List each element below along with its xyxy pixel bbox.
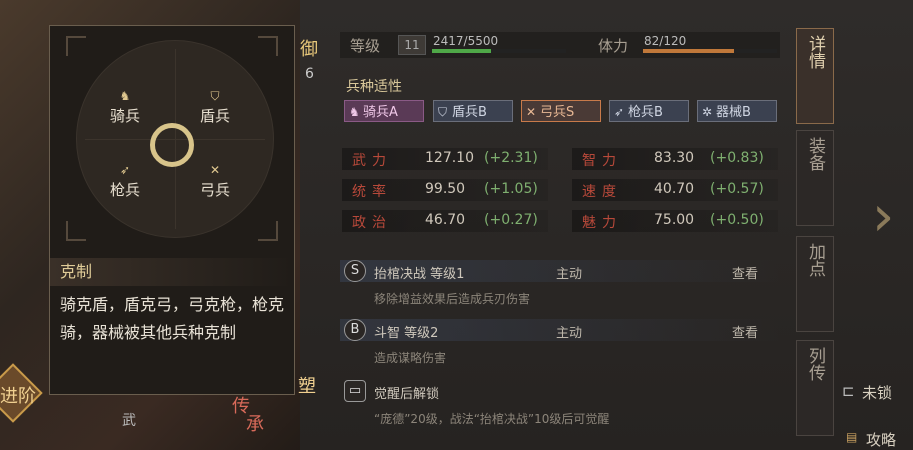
tab-details-label: 详情 (805, 35, 825, 69)
aptitude-spear[interactable]: ➶ 枪兵B (609, 100, 689, 122)
attr-name-politics: 政治 (352, 215, 392, 231)
skill-view-button-2[interactable]: 查看 (732, 322, 758, 341)
defense-label: 御 (300, 39, 318, 60)
unit-spear-label: 枪兵 (109, 181, 140, 199)
horse-icon: ♞ (349, 105, 360, 119)
level-value: 11 (398, 35, 426, 55)
attr-bonus-charm: (+0.50) (710, 212, 764, 228)
guide-button[interactable]: 攻略 (866, 429, 896, 450)
advance-button[interactable]: 进阶 (0, 382, 36, 408)
attr-value-charm: 75.00 (654, 212, 695, 228)
attr-value-force: 127.10 (425, 150, 474, 166)
lock-status-text[interactable]: 未锁 (862, 382, 892, 403)
shield-icon: ⛉ (438, 105, 448, 119)
aptitude-machine[interactable]: ✲ 器械B (697, 100, 777, 122)
attr-bonus-speed: (+0.57) (710, 181, 764, 197)
aptitude-title: 兵种适性 (346, 79, 402, 95)
aptitude-bow[interactable]: ✕ 弓兵S (521, 100, 601, 122)
attr-name-speed: 速度 (582, 184, 622, 200)
force-tag: 武 (122, 413, 136, 429)
corner-ornament-tr (258, 36, 278, 56)
counter-popup: ♞ 骑兵 ⛉ 盾兵 ➶ 枪兵 ✕ 弓兵 克制 骑克盾，盾克弓，弓克枪，枪克骑，器… (49, 25, 295, 395)
attr-name-force: 武力 (352, 153, 392, 169)
attr-name-intelligence: 智力 (582, 153, 622, 169)
popup-description: 骑克盾，盾克弓，弓克枪，枪克骑，器械被其他兵种克制 (60, 295, 285, 342)
attr-bonus-force: (+2.31) (484, 150, 538, 166)
aptitude-cavalry-label: 骑兵A (363, 105, 398, 120)
attr-value-intelligence: 83.30 (654, 150, 695, 166)
awaken-desc: “庞德”20级，战法“抬棺决战”10级后可觉醒 (374, 412, 610, 426)
attr-bonus-intelligence: (+0.83) (710, 150, 764, 166)
attr-value-speed: 40.70 (654, 181, 695, 197)
unit-cavalry-label: 骑兵 (109, 107, 140, 125)
skill-grade-badge-2: B (344, 319, 366, 341)
tab-points-label: 加点 (805, 243, 825, 277)
skill-type-2: 主动 (556, 326, 583, 341)
skill-grade-badge-1: S (344, 260, 366, 282)
tab-details[interactable]: 详情 (796, 28, 834, 124)
gear-icon: ✲ (702, 105, 713, 119)
corner-ornament-tl (66, 36, 86, 56)
skill-name-2: 斗智 等级2 (374, 326, 439, 341)
attr-value-politics: 46.70 (425, 212, 466, 228)
tab-biography-label: 列传 (805, 347, 825, 381)
corner-ornament-br (258, 221, 278, 241)
inherit-button-b[interactable]: 承 (246, 410, 264, 436)
next-arrow-icon[interactable]: › (872, 182, 904, 252)
aptitude-machine-label: 器械B (716, 105, 751, 120)
aptitude-shield[interactable]: ⛉ 盾兵B (433, 100, 513, 122)
skill-desc-2: 造成谋略伤害 (374, 351, 447, 365)
stamina-label: 体力 (598, 37, 629, 55)
spear-icon: ➶ (614, 105, 625, 119)
tab-equipment[interactable]: 装备 (796, 130, 834, 226)
horse-icon: ♞ (119, 89, 131, 103)
attr-bonus-command: (+1.05) (484, 181, 538, 197)
attr-bonus-politics: (+0.27) (484, 212, 538, 228)
tab-points[interactable]: 加点 (796, 236, 834, 332)
unit-bow-label: 弓兵 (199, 181, 230, 199)
attr-name-command: 统率 (352, 184, 392, 200)
skill-desc-1: 移除增益效果后造成兵刃伤害 (374, 292, 531, 306)
stamina-text: 82/120 (644, 34, 687, 48)
aptitude-cavalry[interactable]: ♞ 骑兵A (344, 100, 424, 122)
tab-biography[interactable]: 列传 (796, 340, 834, 436)
skill-type-1: 主动 (556, 267, 583, 282)
shield-icon: ⛉ (210, 89, 220, 103)
unit-shield-label: 盾兵 (199, 107, 230, 125)
bow-icon: ✕ (209, 163, 221, 177)
aptitude-bow-label: 弓兵S (540, 105, 575, 120)
cycle-arrows-icon (150, 123, 194, 167)
bow-icon: ✕ (526, 105, 537, 119)
skill-view-button-1[interactable]: 查看 (732, 263, 758, 282)
awaken-title: 觉醒后解锁 (374, 387, 440, 402)
reshape-button[interactable]: 塑 (298, 372, 316, 398)
popup-title: 克制 (50, 258, 294, 286)
level-label: 等级 (350, 37, 381, 55)
exp-text: 2417/5500 (433, 34, 499, 48)
skill-name-1: 抬棺决战 等级1 (374, 267, 465, 282)
attr-name-charm: 魅力 (582, 215, 622, 231)
corner-ornament-bl (66, 221, 86, 241)
lock-status-icon: ⊏ (842, 382, 855, 400)
aptitude-shield-label: 盾兵B (452, 105, 487, 120)
tab-equipment-label: 装备 (805, 137, 825, 171)
spear-icon: ➶ (119, 163, 131, 177)
guide-icon: ▤ (846, 430, 858, 444)
exp-bar (432, 49, 566, 53)
stamina-bar (643, 49, 777, 53)
aptitude-spear-label: 枪兵B (628, 105, 663, 120)
counter-wheel: ♞ 骑兵 ⛉ 盾兵 ➶ 枪兵 ✕ 弓兵 (76, 40, 274, 238)
defense-value: 6 (305, 66, 314, 82)
lock-icon: ▭ (344, 380, 366, 402)
attr-value-command: 99.50 (425, 181, 466, 197)
